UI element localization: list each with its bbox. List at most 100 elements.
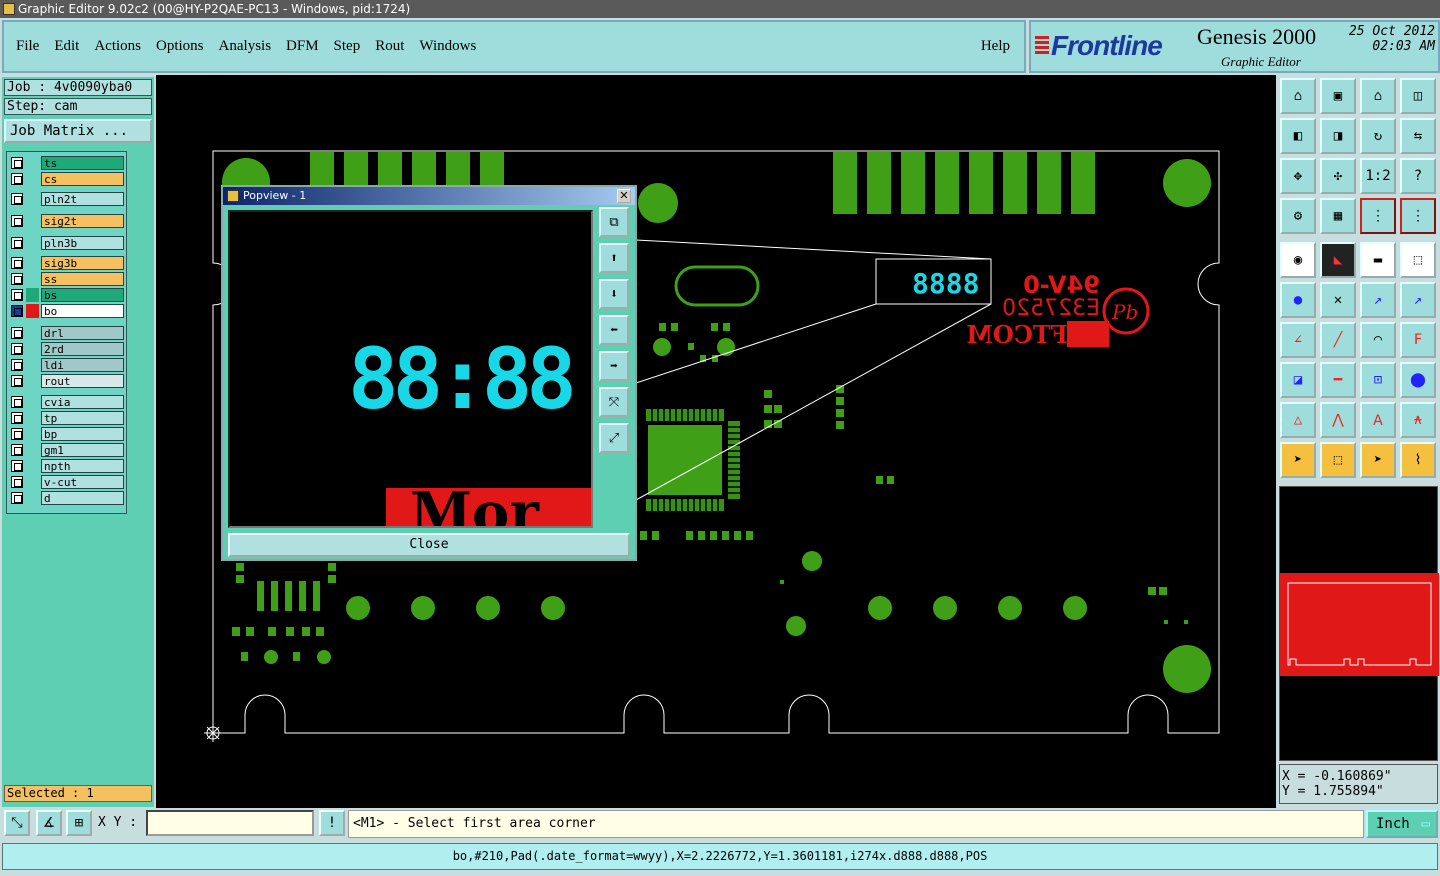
xy-input[interactable]	[146, 810, 314, 836]
snap-pads-icon[interactable]: ⋮	[1400, 198, 1436, 234]
layer-row-rout[interactable]: rout	[9, 374, 124, 388]
help-icon[interactable]: ?	[1400, 158, 1436, 194]
menu-step[interactable]: Step	[334, 38, 361, 55]
layer-checkbox[interactable]	[11, 173, 23, 185]
ruler-icon[interactable]: ▬	[1360, 242, 1396, 278]
layer-row-bo[interactable]: bo	[9, 304, 124, 318]
popview-title-bar[interactable]: Popview - 1 ✕	[223, 187, 635, 205]
menu-rout[interactable]: Rout	[375, 38, 404, 55]
layer-checkbox[interactable]	[11, 343, 23, 355]
pointer-icon[interactable]: ➤	[1280, 442, 1316, 478]
menu-analysis[interactable]: Analysis	[219, 38, 272, 55]
fit-profile-icon[interactable]: ✥	[1280, 158, 1316, 194]
menu-help[interactable]: Help	[981, 38, 1010, 55]
window-title-bar[interactable]: Graphic Editor 9.02c2 (00@HY-P2QAE-PC13 …	[0, 0, 1440, 18]
menu-file[interactable]: File	[16, 38, 39, 55]
layer-checkbox[interactable]	[11, 289, 23, 301]
route-icon[interactable]: ⌇	[1400, 442, 1436, 478]
menu-actions[interactable]: Actions	[94, 38, 141, 55]
connect-icon[interactable]: ●	[1280, 282, 1316, 318]
pan-down-icon[interactable]: ▣	[1320, 78, 1356, 114]
layer-row-ss[interactable]: ss	[9, 272, 124, 286]
menu-edit[interactable]: Edit	[54, 38, 79, 55]
group-icon[interactable]: ⬤	[1400, 362, 1436, 398]
unit-selector[interactable]: Inch ▭	[1366, 810, 1438, 838]
snap-point-icon[interactable]: ◪	[1280, 362, 1316, 398]
fit-all-icon[interactable]: ✣	[1320, 158, 1356, 194]
layer-checkbox[interactable]	[11, 375, 23, 387]
layer-checkbox[interactable]	[11, 412, 23, 424]
settings-icon[interactable]: ⚙	[1280, 198, 1316, 234]
layer-row-gm1[interactable]: gm1	[9, 443, 124, 457]
pan-right-icon[interactable]: ◨	[1320, 118, 1356, 154]
popview-window[interactable]: Popview - 1 ✕ 88:88 Mor ⧉ ⬆ ⬇ ⬅ ➡ ⤧ ⤢ Cl…	[221, 185, 637, 561]
move-icon[interactable]: ↗	[1360, 282, 1396, 318]
popview-pan-up-icon[interactable]: ⬆	[599, 243, 629, 273]
overview-minimap[interactable]	[1279, 486, 1439, 761]
layer-checkbox[interactable]	[11, 193, 23, 205]
peak-fill-icon[interactable]: Ａ	[1360, 402, 1396, 438]
layer-checkbox[interactable]	[11, 492, 23, 504]
slope-icon[interactable]: ╱	[1320, 322, 1356, 358]
pointer-select-icon[interactable]: ➤	[1360, 442, 1396, 478]
popview-close-button[interactable]: Close	[228, 533, 630, 557]
select-area-icon[interactable]: ⬚	[1400, 242, 1436, 278]
angle-icon[interactable]: ∠	[1280, 322, 1316, 358]
layer-row-sig3b[interactable]: sig3b	[9, 256, 124, 270]
layer-checkbox[interactable]	[11, 444, 23, 456]
layer-checkbox[interactable]	[11, 273, 23, 285]
window-split-icon[interactable]: ◫	[1400, 78, 1436, 114]
copy-icon[interactable]: ↗	[1400, 282, 1436, 318]
pad-tool-icon[interactable]: ◉	[1280, 242, 1316, 278]
peak-line-icon[interactable]: ⍲	[1400, 402, 1436, 438]
popview-close-icon[interactable]: ✕	[617, 189, 631, 203]
popview-fit-icon[interactable]: ⤧	[599, 387, 629, 417]
layer-checkbox[interactable]	[11, 257, 23, 269]
layer-checkbox[interactable]	[11, 215, 23, 227]
pan-left-icon[interactable]: ◧	[1280, 118, 1316, 154]
alert-icon[interactable]: !	[319, 810, 345, 836]
layer-row-v-cut[interactable]: v-cut	[9, 475, 124, 489]
triangle-icon[interactable]: △	[1280, 402, 1316, 438]
layer-checkbox[interactable]	[11, 476, 23, 488]
home-view-icon[interactable]: ⌂	[1360, 78, 1396, 114]
layer-row-bp[interactable]: bp	[9, 427, 124, 441]
swap-icon[interactable]: ⇆	[1400, 118, 1436, 154]
pointer-box-icon[interactable]: ⬚	[1320, 442, 1356, 478]
job-matrix-button[interactable]: Job Matrix ...	[4, 119, 152, 143]
measure-angle-icon[interactable]: ∡	[36, 810, 62, 836]
layer-checkbox[interactable]	[11, 396, 23, 408]
layer-row-cvia[interactable]: cvia	[9, 395, 124, 409]
grid-snap-icon[interactable]: ⊞	[66, 810, 92, 836]
popview-fit-vertical-icon[interactable]: ⤢	[599, 423, 629, 453]
layer-checkbox[interactable]	[11, 327, 23, 339]
layer-checkbox[interactable]	[11, 237, 23, 249]
zoom-window-icon[interactable]: ⤡	[4, 810, 30, 836]
layer-row-npth[interactable]: npth	[9, 459, 124, 473]
layer-row-sig2t[interactable]: sig2t	[9, 214, 124, 228]
popview-pan-down-icon[interactable]: ⬇	[599, 279, 629, 309]
layer-checkbox[interactable]	[11, 359, 23, 371]
layer-row-cs[interactable]: cs	[9, 172, 124, 186]
layer-checkbox[interactable]	[11, 157, 23, 169]
cross-icon[interactable]: ✕	[1320, 282, 1356, 318]
layer-checkbox[interactable]	[11, 305, 23, 317]
popview-canvas[interactable]: 88:88 Mor	[228, 210, 593, 528]
snap-icon[interactable]: ⋮	[1360, 198, 1396, 234]
layer-row-bs[interactable]: bs	[9, 288, 124, 302]
peak-icon[interactable]: ⋀	[1320, 402, 1356, 438]
layer-row-d[interactable]: d	[9, 491, 124, 505]
minus-icon[interactable]: ━	[1320, 362, 1356, 398]
scale-1-1-icon[interactable]: 1:2	[1360, 158, 1396, 194]
layer-checkbox[interactable]	[11, 460, 23, 472]
layer-checkbox[interactable]	[11, 428, 23, 440]
popview-pan-right-icon[interactable]: ➡	[599, 351, 629, 381]
menu-options[interactable]: Options	[156, 38, 204, 55]
layer-row-pln2t[interactable]: pln2t	[9, 192, 124, 206]
menu-dfm[interactable]: DFM	[286, 38, 319, 55]
menu-windows[interactable]: Windows	[419, 38, 476, 55]
popview-pan-left-icon[interactable]: ⬅	[599, 315, 629, 345]
arc-icon[interactable]: ◠	[1360, 322, 1396, 358]
layer-row-ldi[interactable]: ldi	[9, 358, 124, 372]
layer-row-drl[interactable]: drl	[9, 326, 124, 340]
